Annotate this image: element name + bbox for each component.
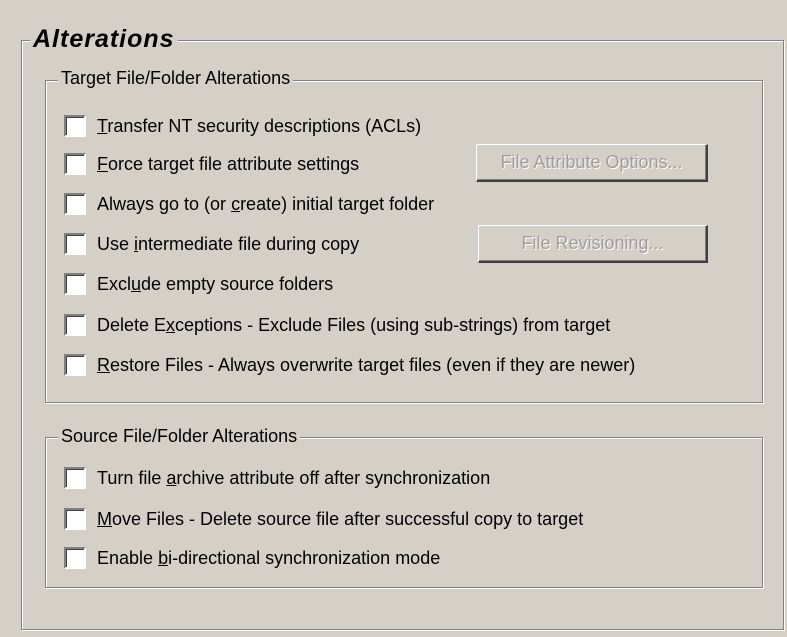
file-revisioning-button[interactable]: File Revisioning... bbox=[478, 225, 708, 263]
option-label: Exclude empty source folders bbox=[97, 273, 334, 294]
option-transfer-nt-security[interactable]: Transfer NT security descriptions (ACLs) bbox=[64, 114, 421, 138]
option-delete-exceptions[interactable]: Delete Exceptions - Exclude Files (using… bbox=[64, 313, 610, 337]
option-label: Enable bi-directional synchronization mo… bbox=[97, 547, 441, 568]
source-alterations-title: Source File/Folder Alterations bbox=[58, 427, 301, 445]
file-attribute-options-button[interactable]: File Attribute Options... bbox=[476, 144, 708, 182]
option-label: Restore Files - Always overwrite target … bbox=[97, 354, 636, 375]
delete-exceptions-checkbox[interactable] bbox=[64, 314, 86, 336]
option-initial-target-folder[interactable]: Always go to (or create) initial target … bbox=[64, 192, 434, 216]
restore-files-checkbox[interactable] bbox=[64, 354, 86, 376]
alterations-title: Alterations bbox=[30, 27, 178, 52]
option-label: Move Files - Delete source file after su… bbox=[97, 508, 584, 529]
option-label: Delete Exceptions - Exclude Files (using… bbox=[97, 314, 611, 335]
transfer-nt-security-checkbox[interactable] bbox=[64, 115, 86, 137]
move-files-checkbox[interactable] bbox=[64, 508, 86, 530]
bidirectional-sync-checkbox[interactable] bbox=[64, 547, 86, 569]
option-force-target-attributes[interactable]: Force target file attribute settings bbox=[64, 152, 359, 176]
option-bidirectional-sync[interactable]: Enable bi-directional synchronization mo… bbox=[64, 546, 440, 570]
option-restore-files[interactable]: Restore Files - Always overwrite target … bbox=[64, 353, 635, 377]
archive-attribute-off-checkbox[interactable] bbox=[64, 467, 86, 489]
option-label: Always go to (or create) initial target … bbox=[97, 193, 435, 214]
intermediate-file-checkbox[interactable] bbox=[64, 233, 86, 255]
force-target-attributes-checkbox[interactable] bbox=[64, 153, 86, 175]
target-alterations-title: Target File/Folder Alterations bbox=[58, 69, 294, 87]
option-label: Use intermediate file during copy bbox=[97, 233, 360, 254]
option-label: Force target file attribute settings bbox=[97, 153, 360, 174]
option-intermediate-file[interactable]: Use intermediate file during copy bbox=[64, 232, 359, 256]
option-exclude-empty-folders[interactable]: Exclude empty source folders bbox=[64, 272, 333, 296]
option-archive-attribute-off[interactable]: Turn file archive attribute off after sy… bbox=[64, 466, 490, 490]
option-label: Turn file archive attribute off after sy… bbox=[97, 467, 491, 488]
exclude-empty-folders-checkbox[interactable] bbox=[64, 273, 86, 295]
option-label: Transfer NT security descriptions (ACLs) bbox=[97, 115, 422, 136]
option-move-files[interactable]: Move Files - Delete source file after su… bbox=[64, 507, 583, 531]
initial-target-folder-checkbox[interactable] bbox=[64, 193, 86, 215]
